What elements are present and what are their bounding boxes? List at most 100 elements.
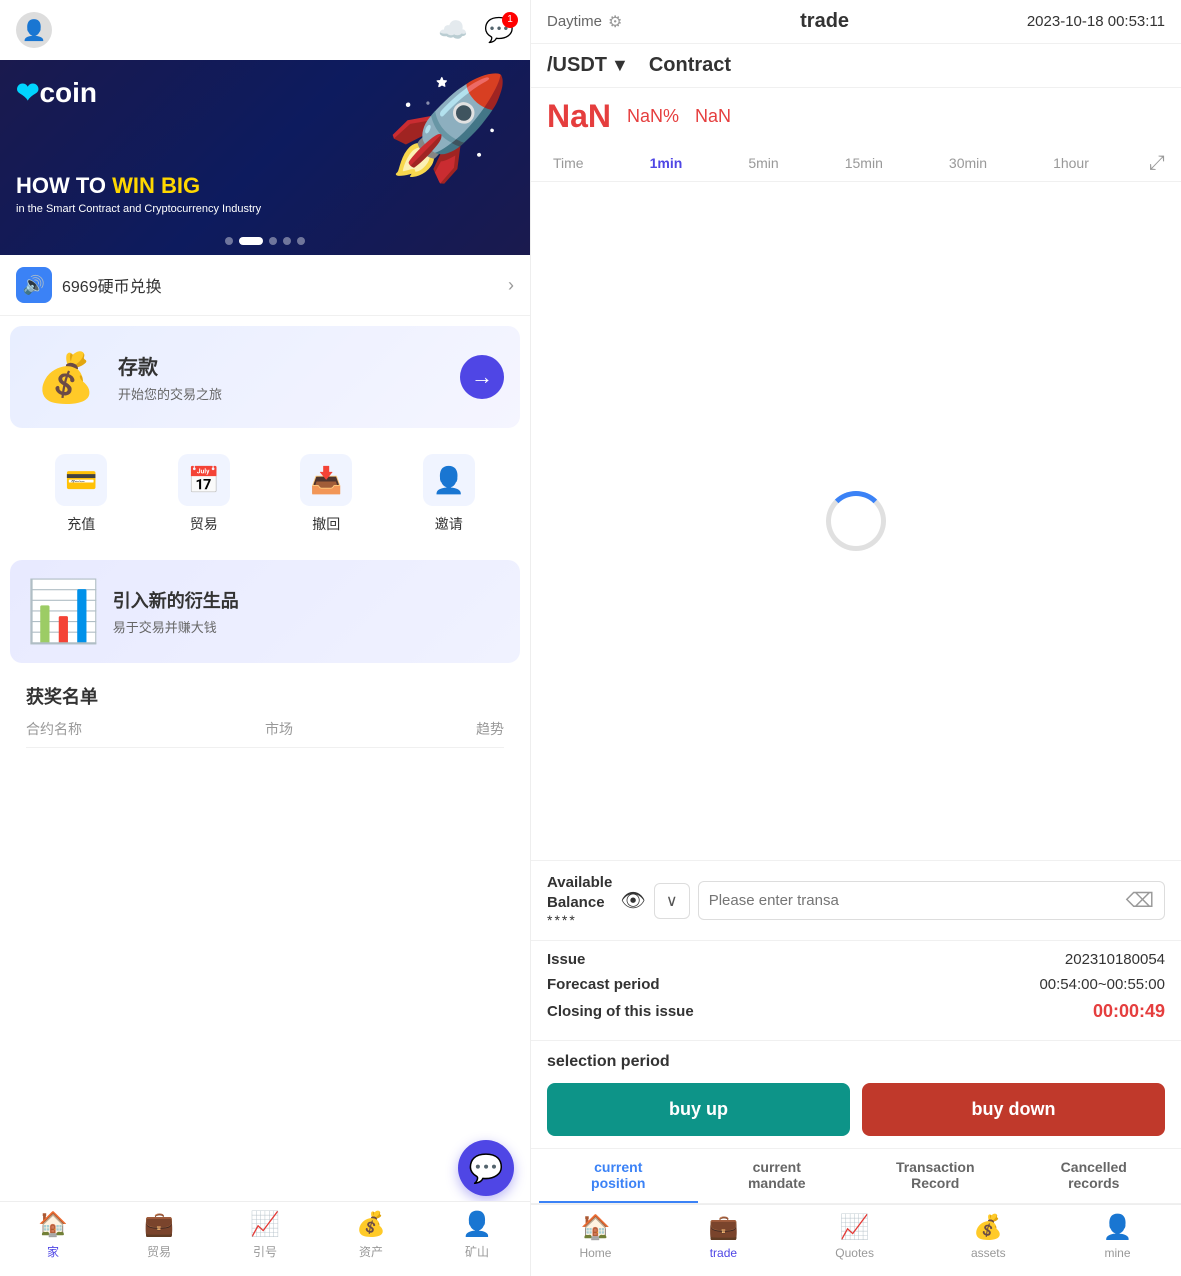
right-top-bar: Daytime ⚙ trade 2023-10-18 00:53:11 — [531, 0, 1181, 44]
invite-label: 邀请 — [435, 514, 463, 534]
download-icon[interactable]: ☁️ — [438, 16, 468, 45]
logo: ❤coin — [16, 76, 97, 109]
right-panel: Daytime ⚙ trade 2023-10-18 00:53:11 /USD… — [530, 0, 1181, 1276]
avatar[interactable]: 👤 — [16, 12, 52, 48]
withdraw-button[interactable]: 📥 撤回 — [300, 454, 352, 534]
home-icon: 🏠 — [38, 1210, 68, 1239]
eye-icon[interactable]: 👁 — [620, 888, 645, 913]
nav-trade[interactable]: 💼 贸易 — [144, 1210, 174, 1260]
price-pct: NaN% — [627, 106, 679, 127]
rnav-quotes[interactable]: 📈 Quotes — [835, 1213, 874, 1260]
nav-quotes[interactable]: 📈 引号 — [250, 1210, 280, 1260]
rnav-assets-label: assets — [971, 1246, 1006, 1260]
tab-15min[interactable]: 15min — [839, 151, 889, 175]
banner-dots — [225, 237, 305, 245]
promo-image: 💰 — [26, 342, 106, 412]
right-bottom-nav: 🏠 Home 💼 trade 📈 Quotes 💰 assets 👤 mine — [531, 1204, 1181, 1276]
issue-label: Issue — [547, 951, 585, 968]
tab-current-position-label: currentposition — [591, 1159, 645, 1191]
nav-trade-label: 贸易 — [147, 1243, 171, 1260]
pair-header: /USDT ▼ Contract — [531, 44, 1181, 88]
buy-up-button[interactable]: buy up — [547, 1083, 850, 1136]
tab-transaction-record-label: TransactionRecord — [896, 1159, 975, 1191]
invite-button[interactable]: 👤 邀请 — [423, 454, 475, 534]
tab-1hour[interactable]: 1hour — [1047, 151, 1095, 175]
tab-current-position[interactable]: currentposition — [539, 1149, 698, 1203]
trade-buttons: buy up buy down — [547, 1083, 1165, 1136]
dropdown-button[interactable]: ∨ — [654, 883, 690, 919]
trade-button[interactable]: 📅 贸易 — [178, 454, 230, 534]
quotes-icon: 📈 — [250, 1210, 280, 1239]
assets-icon: 💰 — [356, 1210, 386, 1239]
tab-30min[interactable]: 30min — [943, 151, 993, 175]
pair-name: /USDT — [547, 54, 607, 77]
time-tabs: Time 1min 5min 15min 30min 1hour ⤢ — [531, 145, 1181, 182]
nav-home[interactable]: 🏠 家 — [38, 1210, 68, 1260]
notice-text: 6969硬币兑换 — [62, 273, 162, 297]
rnav-mine[interactable]: 👤 mine — [1103, 1213, 1133, 1260]
timestamp: 2023-10-18 00:53:11 — [1027, 13, 1165, 30]
top-bar-right: ☁️ 💬 1 — [438, 16, 514, 45]
feature-content: 引入新的衍生品 易于交易并赚大钱 — [113, 587, 239, 636]
tab-cancelled-records[interactable]: Cancelledrecords — [1015, 1149, 1174, 1203]
expand-icon[interactable]: ⤢ — [1149, 152, 1165, 175]
promo-subtitle: 开始您的交易之旅 — [118, 384, 448, 403]
left-panel: 👤 ☁️ 💬 1 ❤coin HOW TO WIN BIG in the Sma… — [0, 0, 530, 1276]
daytime-label: Daytime — [547, 13, 602, 30]
clear-button[interactable]: ⌫ — [1126, 888, 1154, 913]
dot — [297, 237, 305, 245]
dropdown-arrow-icon: ▼ — [611, 55, 629, 76]
dot — [283, 237, 291, 245]
tab-time[interactable]: Time — [547, 151, 590, 175]
settings-icon[interactable]: ⚙ — [608, 12, 622, 32]
buy-down-button[interactable]: buy down — [862, 1083, 1165, 1136]
banner-text: HOW TO WIN BIG in the Smart Contract and… — [16, 173, 261, 215]
trade-label: 贸易 — [190, 514, 218, 534]
recharge-button[interactable]: 💳 充值 — [55, 454, 107, 534]
winners-section: 获奖名单 合约名称 市场 趋势 — [10, 673, 520, 758]
notice-bar[interactable]: 🔊 6969硬币兑换 › — [0, 255, 530, 316]
tab-current-mandate-label: currentmandate — [748, 1159, 806, 1191]
balance-label: AvailableBalance — [547, 873, 612, 912]
notification-badge: 1 — [502, 12, 518, 28]
winners-header: 合约名称 市场 趋势 — [26, 719, 504, 748]
amount-input-wrap: ⌫ — [698, 881, 1165, 920]
chat-fab-button[interactable]: 💬 — [458, 1140, 514, 1196]
loading-spinner — [826, 491, 886, 551]
message-icon[interactable]: 💬 1 — [484, 16, 514, 45]
rnav-trade[interactable]: 💼 trade — [708, 1213, 738, 1260]
nav-assets[interactable]: 💰 资产 — [356, 1210, 386, 1260]
dot — [225, 237, 233, 245]
tab-5min[interactable]: 5min — [742, 151, 784, 175]
nav-quotes-label: 引号 — [253, 1243, 277, 1260]
promo-button[interactable]: → — [460, 355, 504, 399]
tab-transaction-record[interactable]: TransactionRecord — [856, 1149, 1015, 1203]
pair-selector[interactable]: /USDT ▼ — [547, 54, 629, 77]
tab-1min[interactable]: 1min — [644, 151, 689, 175]
col-contract: 合约名称 — [26, 719, 82, 739]
rocket-icon: 🚀 — [385, 70, 510, 187]
recharge-icon: 💳 — [55, 454, 107, 506]
notice-left: 🔊 6969硬币兑换 — [16, 267, 162, 303]
nav-assets-label: 资产 — [359, 1243, 383, 1260]
promo-title: 存款 — [118, 351, 448, 380]
withdraw-icon: 📥 — [300, 454, 352, 506]
left-top-bar: 👤 ☁️ 💬 1 — [0, 0, 530, 60]
nav-mine[interactable]: 👤 矿山 — [462, 1210, 492, 1260]
feature-banner: 📊 引入新的衍生品 易于交易并赚大钱 — [10, 560, 520, 663]
feature-image: 📊 — [26, 576, 101, 647]
rnav-trade-icon: 💼 — [708, 1213, 738, 1242]
balance-stars: **** — [547, 912, 612, 928]
speaker-icon: 🔊 — [16, 267, 52, 303]
col-market: 市场 — [265, 719, 293, 739]
rnav-quotes-label: Quotes — [835, 1246, 874, 1260]
right-top-left: Daytime ⚙ — [547, 12, 622, 32]
rnav-assets[interactable]: 💰 assets — [971, 1213, 1006, 1260]
rnav-home-icon: 🏠 — [581, 1213, 611, 1242]
tab-current-mandate[interactable]: currentmandate — [698, 1149, 857, 1203]
trade-nav-icon: 💼 — [144, 1210, 174, 1239]
forecast-label: Forecast period — [547, 976, 660, 993]
rnav-home[interactable]: 🏠 Home — [579, 1213, 611, 1260]
amount-input[interactable] — [709, 892, 1126, 909]
tab-cancelled-records-label: Cancelledrecords — [1061, 1159, 1127, 1191]
